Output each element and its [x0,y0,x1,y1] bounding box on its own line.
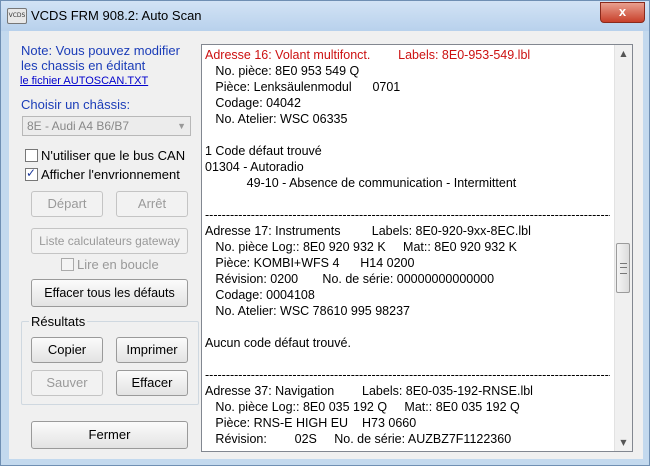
can-only-checkbox-box[interactable] [25,149,38,162]
log-scrollbar[interactable]: ▲ ▼ [614,45,632,451]
stop-button[interactable]: Arrêt [116,191,188,217]
chassis-select[interactable]: 8E - Audi A4 B6/B7 ▼ [22,116,191,136]
clear-button[interactable]: Effacer [116,370,188,396]
chevron-down-icon: ▼ [177,121,186,131]
log-line: Codage: 0004108 [205,288,315,302]
vcds-app-icon: VCDS [7,8,27,24]
log-line: Adresse 37: Navigation Labels: 8E0-035-1… [205,384,533,398]
log-line: ----------------------------------------… [205,368,610,382]
grip-icon [620,263,627,274]
print-button[interactable]: Imprimer [116,337,188,363]
log-line: 01304 - Autoradio [205,160,304,174]
log-line: 1 Code défaut trouvé [205,144,322,158]
log-line: Pièce: RNS-E HIGH EU H73 0660 [205,416,417,430]
log-line: Codage: 04042 [205,96,301,110]
log-line: Adresse 17: Instruments Labels: 8E0-920-… [205,224,531,238]
show-env-checkbox-box[interactable] [25,166,38,181]
log-line: Révision: 02S No. de série: AUZBZ7F11223… [205,432,512,446]
log-line: Pièce: KOMBI+WFS 4 H14 0200 [205,256,415,270]
loop-read-checkbox-box[interactable] [61,258,74,271]
log-line: No. pièce Log:: 8E0 920 932 K Mat:: 8E0 … [205,240,518,254]
log-line: ----------------------------------------… [205,208,610,222]
clear-all-faults-button[interactable]: Effacer tous les défauts [31,279,188,307]
start-button[interactable]: Départ [31,191,103,217]
log-line: Aucun code défaut trouvé. [205,336,351,350]
chassis-selected-value: 8E - Audi A4 B6/B7 [27,119,130,133]
autoscan-file-link[interactable]: le fichier AUTOSCAN.TXT [20,75,148,87]
close-window-button[interactable]: x [600,2,645,23]
log-line: 49-10 - Absence de communication - Inter… [205,176,517,190]
note-line-2: les chassis en éditant [21,58,146,73]
scrollbar-thumb[interactable] [616,243,630,293]
window-title: VCDS FRM 908.2: Auto Scan [31,8,202,23]
log-line: No. Atelier: WSC 78610 995 98237 [205,304,410,318]
log-line: No. pièce Log:: 8E0 035 192 Q Mat:: 8E0 … [205,400,520,414]
title-bar[interactable]: VCDS VCDS FRM 908.2: Auto Scan x [1,1,649,31]
chassis-label: Choisir un châssis: [21,97,131,112]
show-env-label: Afficher l'envrionnement [41,167,180,182]
log-line: Révision: 0200 No. de série: 00000000000… [205,272,495,286]
log-line: No. Atelier: WSC 06335 [205,112,348,126]
can-only-label: N'utiliser que le bus CAN [41,148,186,163]
client-area: Note: Vous pouvez modifier les chassis e… [9,31,643,459]
app-window: VCDS VCDS FRM 908.2: Auto Scan x Note: V… [0,0,650,466]
scan-log-textarea[interactable]: Adresse 16: Volant multifonct. Labels: 8… [201,44,633,452]
results-group-label: Résultats [29,314,88,329]
scroll-up-arrow-icon[interactable]: ▲ [615,45,632,62]
loop-read-label: Lire en boucle [77,257,159,272]
log-line: No. pièce: 8E0 953 549 Q [205,64,360,78]
note-text: Note: Vous pouvez modifier les chassis e… [21,43,191,73]
scroll-down-arrow-icon[interactable]: ▼ [615,434,632,451]
scan-log-lines: Adresse 16: Volant multifonct. Labels: 8… [205,47,610,447]
log-line-highlight: Adresse 16: Volant multifonct. Labels: 8… [205,48,531,62]
note-line-1: Note: Vous pouvez modifier [21,43,180,58]
save-button[interactable]: Sauver [31,370,103,396]
copy-button[interactable]: Copier [31,337,103,363]
log-line: Pièce: Lenksäulenmodul 0701 [205,80,401,94]
left-panel: Note: Vous pouvez modifier les chassis e… [9,31,201,459]
close-button[interactable]: Fermer [31,421,188,449]
gateway-list-button[interactable]: Liste calculateurs gateway [31,228,188,254]
